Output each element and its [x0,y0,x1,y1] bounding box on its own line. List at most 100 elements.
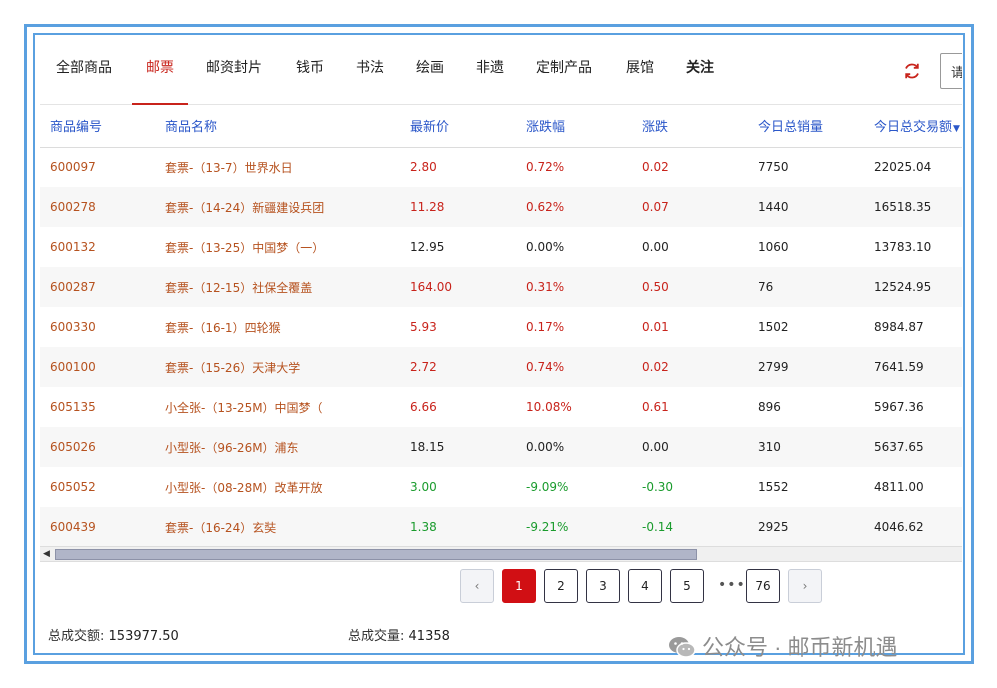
header-change-pct[interactable]: 涨跌幅 [516,105,632,148]
tab-custom-products[interactable]: 定制产品 [536,57,592,105]
cell-change-pct: 0.00% [526,240,565,254]
tab-label: 邮资封片 [206,60,262,76]
cell-code: 605135 [50,400,96,414]
table-row[interactable]: 605052 小型张-（08-28M）改革开放 3.00 -9.09% -0.30 155… [40,467,962,507]
cell-turnover: 4811.00 [874,480,924,494]
header-price[interactable]: 最新价 [400,105,516,148]
tab-label: 关注 [686,60,714,76]
cell-change-pct: 0.31% [516,267,632,307]
sort-down-icon: ▼ [953,124,960,135]
header-turnover[interactable]: 今日总交易额▼ [864,105,962,148]
cell-change-pct: 0.17% [526,320,565,334]
cell-price: 18.15 [400,427,516,467]
category-tabs: 全部商品 邮票 邮资封片 钱币 书法 绘画 非遗 定制产品 展馆 关注 [40,35,962,105]
cell-change: 0.00 [642,240,669,254]
horizontal-scrollbar[interactable]: ◀ [40,546,962,562]
cell-code: 600330 [50,320,96,334]
page-button-2[interactable]: 2 [544,569,578,603]
tab-label: 书法 [356,60,384,76]
wechat-icon [668,635,696,659]
scroll-left-icon[interactable]: ◀ [43,549,50,559]
cell-change: 0.02 [642,160,669,175]
cell-price: 6.66 [410,400,437,414]
table-row[interactable]: 600097 套票-（13-7）世界水日 2.80 0.72% 0.02 7750 2202… [40,147,962,187]
cell-volume: 896 [758,400,781,414]
cell-name: 小型张-（08-28M）改革开放 [165,480,323,495]
cell-turnover: 4046.62 [864,507,962,547]
cell-volume: 7750 [758,160,789,175]
cell-turnover: 22025.04 [874,160,932,175]
cell-price: 164.00 [400,267,516,307]
refresh-icon[interactable] [902,61,922,81]
table-row[interactable]: 605026 小型张-（96-26M）浦东 18.15 0.00% 0.00 310 563… [40,427,962,467]
cell-name: 套票-（13-25）中国梦（一） [165,240,325,255]
tab-label: 绘画 [416,60,444,76]
tab-label: 非遗 [476,60,504,76]
tab-coins[interactable]: 钱币 [296,57,324,105]
table-row[interactable]: 600100 套票-（15-26）天津大学 2.72 0.74% 0.02 2799 764… [40,347,962,387]
table-row[interactable]: 605135 小全张-（13-25M）中国梦（ 6.66 10.08% 0.61 896 5… [40,387,962,427]
stamp-quote-table: 商品编号 商品名称 最新价 涨跌幅 涨跌 今日总销量 今日总交易额▼ 60009… [40,105,962,547]
cell-name: 套票-（15-26）天津大学 [155,347,400,387]
total-volume: 总成交量: 41358 [348,625,450,644]
cell-price: 12.95 [410,240,445,254]
tab-calligraphy[interactable]: 书法 [356,57,384,105]
total-amount-label: 总成交额: [48,629,105,644]
tab-label: 定制产品 [536,60,592,76]
watermark-text: 公众号 · 邮币新机遇 [702,635,898,660]
cell-name: 套票-（12-15）社保全覆盖 [155,267,400,307]
cell-change-pct: -9.21% [516,507,632,547]
cell-code: 600287 [40,267,155,307]
cell-change: 0.50 [632,267,748,307]
table-row[interactable]: 600287 套票-（12-15）社保全覆盖 164.00 0.31% 0.50 76 12… [40,267,962,307]
cell-price: 11.28 [400,187,516,227]
tab-all-products[interactable]: 全部商品 [56,57,112,105]
table-row[interactable]: 600439 套票-（16-24）玄奘 1.38 -9.21% -0.14 2925 404… [40,507,962,547]
total-amount: 总成交额: 153977.50 [48,625,179,644]
cell-turnover: 7641.59 [864,347,962,387]
next-page-button[interactable]: › [788,569,822,603]
page-button-4[interactable]: 4 [628,569,662,603]
tab-painting[interactable]: 绘画 [416,57,444,105]
table-row[interactable]: 600132 套票-（13-25）中国梦（一） 12.95 0.00% 0.00 1060… [40,227,962,267]
page-button-last[interactable]: 76 [746,569,780,603]
refresh-icon-svg [905,63,919,79]
cell-volume: 1440 [748,187,864,227]
total-volume-label: 总成交量: [348,629,405,644]
total-amount-value: 153977.50 [108,629,179,644]
table-row[interactable]: 600278 套票-（14-24）新疆建设兵团 11.28 0.62% 0.07 1440… [40,187,962,227]
cell-price: 2.72 [400,347,516,387]
scrollbar-thumb[interactable] [55,549,697,560]
header-volume[interactable]: 今日总销量 [748,105,864,148]
cell-name: 小全张-（13-25M）中国梦（ [165,400,323,415]
cell-volume: 76 [748,267,864,307]
header-change[interactable]: 涨跌 [632,105,748,148]
page-button-1[interactable]: 1 [502,569,536,603]
table-row[interactable]: 600330 套票-（16-1）四轮猴 5.93 0.17% 0.01 1502 8984.… [40,307,962,347]
cell-change: -0.30 [642,480,674,494]
tab-heritage[interactable]: 非遗 [476,57,504,105]
cell-code: 600278 [40,187,155,227]
total-volume-value: 41358 [408,629,450,644]
tab-stamps[interactable]: 邮票 [132,57,188,105]
page-button-5[interactable]: 5 [670,569,704,603]
header-name[interactable]: 商品名称 [155,105,400,148]
cell-turnover: 12524.95 [864,267,962,307]
page-button-3[interactable]: 3 [586,569,620,603]
cell-turnover: 5967.36 [874,400,924,414]
tab-follow[interactable]: 关注 [686,57,714,105]
cell-change: 0.02 [632,347,748,387]
cell-change-pct: 10.08% [526,400,572,414]
tab-exhibition[interactable]: 展馆 [626,57,654,105]
cell-name: 套票-（16-24）玄奘 [155,507,400,547]
tab-postal-covers[interactable]: 邮资封片 [206,57,262,105]
search-input[interactable]: 请 [940,53,962,89]
prev-page-button[interactable]: ‹ [460,569,494,603]
cell-change: 0.07 [632,187,748,227]
cell-change-pct: 0.74% [516,347,632,387]
cell-change: 0.00 [632,427,748,467]
cell-price: 2.80 [410,160,437,175]
cell-volume: 1060 [758,240,789,254]
header-code[interactable]: 商品编号 [40,105,155,148]
cell-price: 1.38 [400,507,516,547]
